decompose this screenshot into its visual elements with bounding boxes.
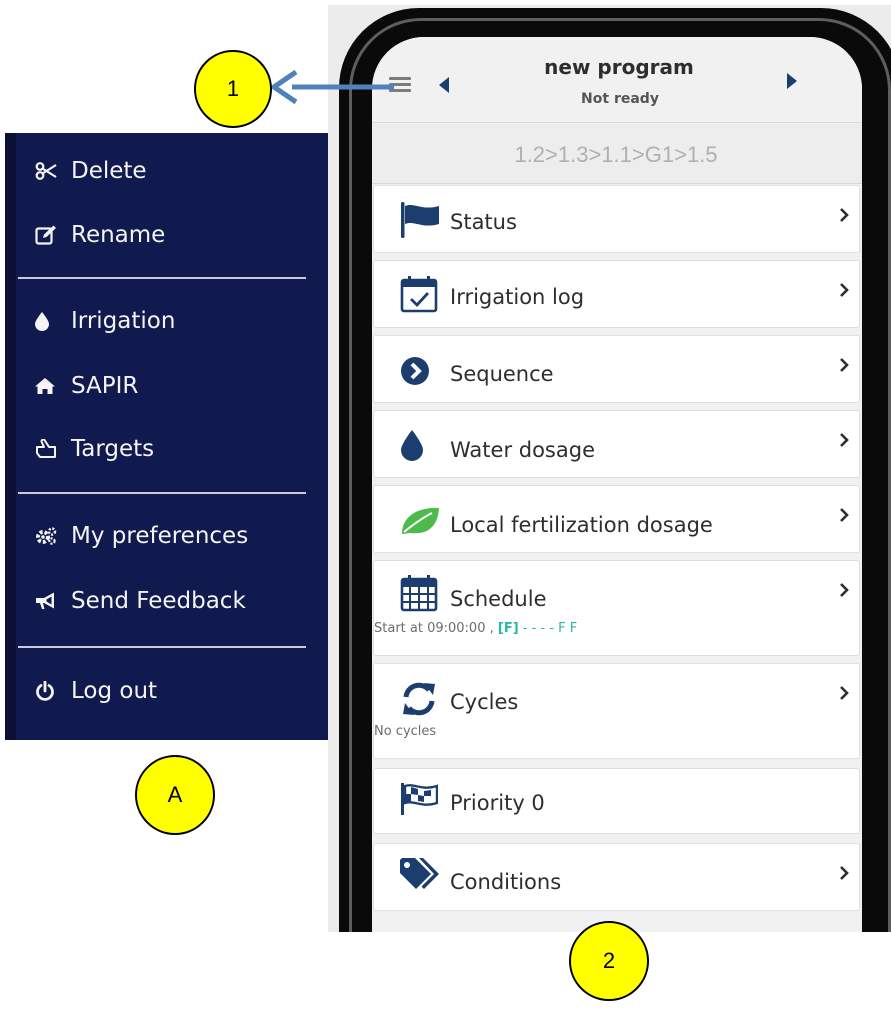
menu-item-my-preferences-label: My preferences: [71, 523, 249, 549]
calendar-check-icon: [400, 275, 438, 313]
list-item-priority[interactable]: Priority 0: [373, 768, 860, 834]
schedule-dashes: - - - -: [522, 621, 554, 636]
program-status: Not ready: [581, 91, 659, 107]
checkered-flag-icon: [400, 783, 438, 815]
schedule-active-day: [F]: [497, 621, 519, 636]
schedule-summary: Start at 09:00:00 , [F] - - - - F F: [374, 621, 577, 636]
menu-item-irrigation[interactable]: Irrigation: [35, 308, 175, 334]
list-item-sequence[interactable]: Sequence: [373, 335, 860, 403]
drop-icon: [35, 311, 63, 331]
next-program-arrow-icon[interactable]: [786, 73, 798, 89]
menu-item-irrigation-label: Irrigation: [71, 308, 176, 334]
phone-screen: new program Not ready 1.2>1.3>1.1>G1>1.5…: [372, 37, 862, 932]
callout-2: 2: [569, 921, 649, 1001]
cycles-summary: No cycles: [374, 724, 437, 739]
list-item-label: Schedule: [450, 587, 547, 611]
list-item-status[interactable]: Status: [373, 185, 860, 253]
flag-icon: [400, 202, 440, 238]
list-item-label: Water dosage: [450, 438, 595, 462]
program-header: new program Not ready: [372, 37, 862, 123]
chevron-right-icon: [840, 208, 849, 222]
power-icon: [35, 681, 63, 701]
list-item-irrigation-log[interactable]: Irrigation log: [373, 260, 860, 328]
list-item-label: Irrigation log: [450, 285, 585, 309]
list-item-schedule[interactable]: Schedule Start at 09:00:00 , [F] - - - -…: [373, 560, 860, 656]
chevron-right-icon: [840, 433, 849, 447]
side-menu: Delete Rename Irrigation SAPIR Targets M…: [5, 133, 328, 740]
chevron-right-icon: [840, 358, 849, 372]
tags-icon: [400, 858, 444, 892]
chevron-right-icon: [840, 583, 849, 597]
menu-item-send-feedback-label: Send Feedback: [71, 588, 246, 614]
chevron-right-icon: [840, 866, 849, 880]
chevron-right-icon: [840, 508, 849, 522]
edit-icon: [35, 225, 63, 245]
menu-item-logout-label: Log out: [71, 678, 158, 704]
menu-divider: [18, 277, 306, 279]
menu-item-targets-label: Targets: [71, 436, 155, 462]
gears-icon: [35, 527, 63, 545]
water-drop-icon: [400, 430, 424, 461]
schedule-start-text: Start at 09:00:00 ,: [374, 621, 494, 636]
menu-item-delete-label: Delete: [71, 158, 147, 184]
hand-point-icon: [35, 439, 63, 459]
list-item-label: Status: [450, 210, 517, 234]
sequence-text: 1.2>1.3>1.1>G1>1.5: [514, 142, 718, 167]
menu-item-my-preferences[interactable]: My preferences: [35, 523, 248, 549]
menu-item-delete[interactable]: Delete: [35, 158, 147, 184]
list-item-label: Conditions: [450, 870, 562, 894]
callout-1: 1: [194, 50, 272, 128]
menu-item-targets[interactable]: Targets: [35, 436, 154, 462]
menu-divider: [18, 646, 306, 648]
refresh-icon: [400, 682, 438, 716]
list-item-cycles[interactable]: Cycles No cycles: [373, 663, 860, 759]
calendar-icon: [400, 574, 438, 612]
megaphone-icon: [35, 591, 63, 611]
menu-item-send-feedback[interactable]: Send Feedback: [35, 588, 246, 614]
list-item-label: Cycles: [450, 690, 519, 714]
menu-item-sapir[interactable]: SAPIR: [35, 373, 138, 399]
sequence-bar: 1.2>1.3>1.1>G1>1.5: [372, 124, 862, 184]
leaf-icon: [400, 506, 440, 536]
list-item-label: Local fertilization dosage: [450, 513, 713, 537]
home-icon: [35, 378, 63, 394]
chevron-right-icon: [840, 686, 849, 700]
chevron-circle-icon: [400, 356, 430, 386]
list-item-conditions[interactable]: Conditions: [373, 843, 860, 911]
list-item-water-dosage[interactable]: Water dosage: [373, 410, 860, 478]
callout-arrow: [271, 69, 394, 105]
list-item-label: Priority 0: [450, 791, 545, 815]
menu-item-rename-label: Rename: [71, 222, 166, 248]
menu-item-rename[interactable]: Rename: [35, 222, 165, 248]
menu-item-logout[interactable]: Log out: [35, 678, 157, 704]
scissors-icon: [35, 162, 63, 180]
chevron-right-icon: [840, 283, 849, 297]
schedule-days: F F: [558, 621, 578, 636]
list-item-local-fertilization-dosage[interactable]: Local fertilization dosage: [373, 485, 860, 553]
list-item-label: Sequence: [450, 362, 554, 386]
callout-a: A: [135, 755, 215, 835]
menu-item-sapir-label: SAPIR: [71, 373, 139, 399]
menu-divider: [18, 492, 306, 494]
